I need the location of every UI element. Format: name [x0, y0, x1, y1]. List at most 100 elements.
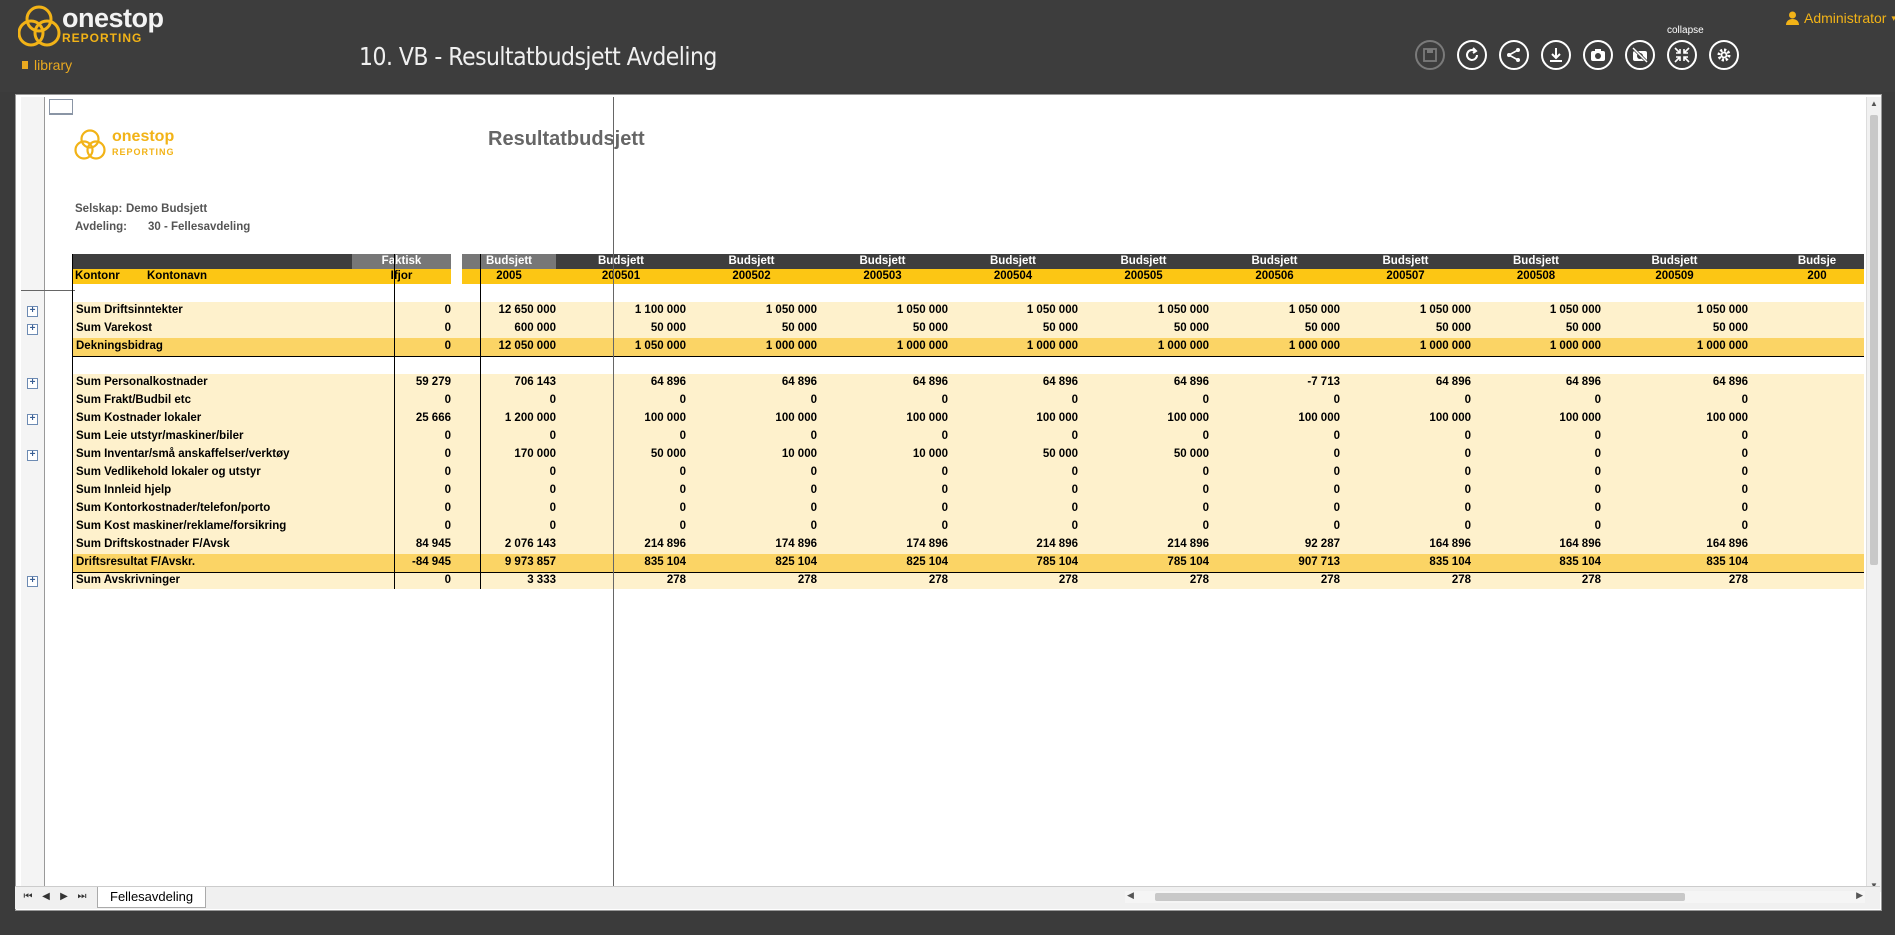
- cell-value[interactable]: 825 104: [906, 556, 948, 568]
- cell-value[interactable]: 0: [550, 520, 556, 532]
- cell-value[interactable]: 0: [680, 466, 686, 478]
- cell-value[interactable]: 0: [1465, 430, 1471, 442]
- table-row[interactable]: Sum Varekost 0 600 000 50 000 50 000 50 000 50…: [72, 320, 1864, 338]
- table-row[interactable]: Dekningsbidrag 0 12 050 000 1 050 000 1 000 …: [72, 338, 1864, 356]
- cell-value[interactable]: 0: [1742, 448, 1748, 460]
- cell-value[interactable]: 164 896: [1706, 538, 1748, 550]
- snapshot-off-button[interactable]: [1625, 40, 1655, 70]
- cell-value[interactable]: 100 000: [1298, 412, 1340, 424]
- cell-value[interactable]: 0: [1465, 520, 1471, 532]
- cell-value[interactable]: 0: [1595, 484, 1601, 496]
- cell-value[interactable]: 1 000 000: [1289, 340, 1340, 352]
- cell-value[interactable]: 64 896: [1174, 376, 1209, 388]
- cell-value[interactable]: 0: [1465, 466, 1471, 478]
- cell-value[interactable]: 1 050 000: [1420, 304, 1471, 316]
- cell-value[interactable]: 278: [929, 574, 948, 586]
- cell-value[interactable]: 84 945: [416, 538, 451, 550]
- cell-value[interactable]: 50 000: [1043, 322, 1078, 334]
- cell-value[interactable]: 0: [1465, 484, 1471, 496]
- cell-value[interactable]: 0: [1595, 448, 1601, 460]
- horizontal-scrollbar[interactable]: ◀ ▶: [1125, 890, 1865, 903]
- cell-value[interactable]: 0: [1334, 430, 1340, 442]
- cell-value[interactable]: -84 945: [412, 556, 451, 568]
- cell-value[interactable]: 0: [445, 322, 451, 334]
- cell-value[interactable]: 0: [445, 430, 451, 442]
- cell-value[interactable]: 0: [942, 394, 948, 406]
- cell-value[interactable]: 0: [942, 484, 948, 496]
- cell-value[interactable]: 0: [680, 394, 686, 406]
- cell-value[interactable]: 0: [1072, 394, 1078, 406]
- cell-value[interactable]: 0: [811, 466, 817, 478]
- prev-sheet-icon[interactable]: ◀: [39, 890, 53, 904]
- cell-value[interactable]: 1 050 000: [635, 340, 686, 352]
- cell-value[interactable]: 0: [445, 502, 451, 514]
- cell-value[interactable]: 2 076 143: [505, 538, 556, 550]
- cell-value[interactable]: 835 104: [644, 556, 686, 568]
- cell-value[interactable]: 278: [1190, 574, 1209, 586]
- cell-value[interactable]: 0: [1742, 394, 1748, 406]
- cell-value[interactable]: 0: [942, 430, 948, 442]
- cell-value[interactable]: 0: [1334, 394, 1340, 406]
- cell-value[interactable]: 1 000 000: [1550, 340, 1601, 352]
- cell-value[interactable]: 0: [445, 304, 451, 316]
- cell-value[interactable]: 1 000 000: [1420, 340, 1471, 352]
- cell-value[interactable]: 50 000: [1305, 322, 1340, 334]
- cell-value[interactable]: 59 279: [416, 376, 451, 388]
- cell-value[interactable]: 100 000: [1036, 412, 1078, 424]
- cell-value[interactable]: 278: [1582, 574, 1601, 586]
- cell-value[interactable]: 1 000 000: [1158, 340, 1209, 352]
- cell-value[interactable]: 0: [680, 484, 686, 496]
- cell-value[interactable]: 64 896: [1713, 376, 1748, 388]
- cell-value[interactable]: 0: [1334, 448, 1340, 460]
- cell-value[interactable]: 170 000: [514, 448, 556, 460]
- cell-value[interactable]: 1 000 000: [1027, 340, 1078, 352]
- cell-value[interactable]: 100 000: [906, 412, 948, 424]
- cell-value[interactable]: 0: [1203, 502, 1209, 514]
- cell-value[interactable]: 785 104: [1167, 556, 1209, 568]
- cell-value[interactable]: 785 104: [1036, 556, 1078, 568]
- cell-value[interactable]: 64 896: [1043, 376, 1078, 388]
- settings-button[interactable]: [1709, 40, 1739, 70]
- table-row[interactable]: Sum Kost maskiner/reklame/forsikring 0 0 0 0…: [72, 518, 1864, 536]
- cell-value[interactable]: 0: [1742, 502, 1748, 514]
- cell-value[interactable]: 1 100 000: [635, 304, 686, 316]
- cell-value[interactable]: 835 104: [1429, 556, 1471, 568]
- cell-value[interactable]: 50 000: [1713, 322, 1748, 334]
- expand-row-icon[interactable]: +: [27, 414, 38, 425]
- cell-value[interactable]: 0: [1072, 430, 1078, 442]
- cell-value[interactable]: 0: [550, 430, 556, 442]
- cell-value[interactable]: -7 713: [1307, 376, 1340, 388]
- table-row[interactable]: Sum Inventar/små anskaffelser/verktøy 0 17…: [72, 446, 1864, 464]
- cell-value[interactable]: 278: [798, 574, 817, 586]
- cell-value[interactable]: 100 000: [644, 412, 686, 424]
- cell-value[interactable]: 0: [1334, 502, 1340, 514]
- cell-value[interactable]: 0: [445, 574, 451, 586]
- cell-value[interactable]: 278: [1059, 574, 1078, 586]
- cell-value[interactable]: 278: [1321, 574, 1340, 586]
- table-row[interactable]: Sum Vedlikehold lokaler og utstyr 0 0 0 0 0 0 0…: [72, 464, 1864, 482]
- cell-value[interactable]: 1 200 000: [505, 412, 556, 424]
- cell-value[interactable]: 0: [1595, 430, 1601, 442]
- cell-value[interactable]: 0: [1742, 520, 1748, 532]
- cell-value[interactable]: 0: [1595, 520, 1601, 532]
- cell-value[interactable]: 907 713: [1298, 556, 1340, 568]
- cell-value[interactable]: 0: [680, 430, 686, 442]
- cell-value[interactable]: 0: [811, 430, 817, 442]
- table-row[interactable]: Sum Frakt/Budbil etc 0 0 0 0 0 0 0 0 0 0 0: [72, 392, 1864, 410]
- cell-value[interactable]: 1 000 000: [1697, 340, 1748, 352]
- cell-value[interactable]: 100 000: [1429, 412, 1471, 424]
- table-row[interactable]: Sum Driftsinntekter 0 12 650 000 1 100 000 1…: [72, 302, 1864, 320]
- cell-value[interactable]: 0: [550, 484, 556, 496]
- cell-value[interactable]: 706 143: [514, 376, 556, 388]
- cell-value[interactable]: 0: [1072, 466, 1078, 478]
- cell-value[interactable]: 0: [1203, 520, 1209, 532]
- cell-value[interactable]: 0: [1465, 502, 1471, 514]
- cell-value[interactable]: 64 896: [913, 376, 948, 388]
- cell-value[interactable]: 10 000: [782, 448, 817, 460]
- cell-value[interactable]: 25 666: [416, 412, 451, 424]
- cell-value[interactable]: 1 050 000: [1550, 304, 1601, 316]
- cell-value[interactable]: 64 896: [1566, 376, 1601, 388]
- cell-value[interactable]: 100 000: [1167, 412, 1209, 424]
- cell-value[interactable]: 0: [1595, 394, 1601, 406]
- cell-value[interactable]: 278: [1452, 574, 1471, 586]
